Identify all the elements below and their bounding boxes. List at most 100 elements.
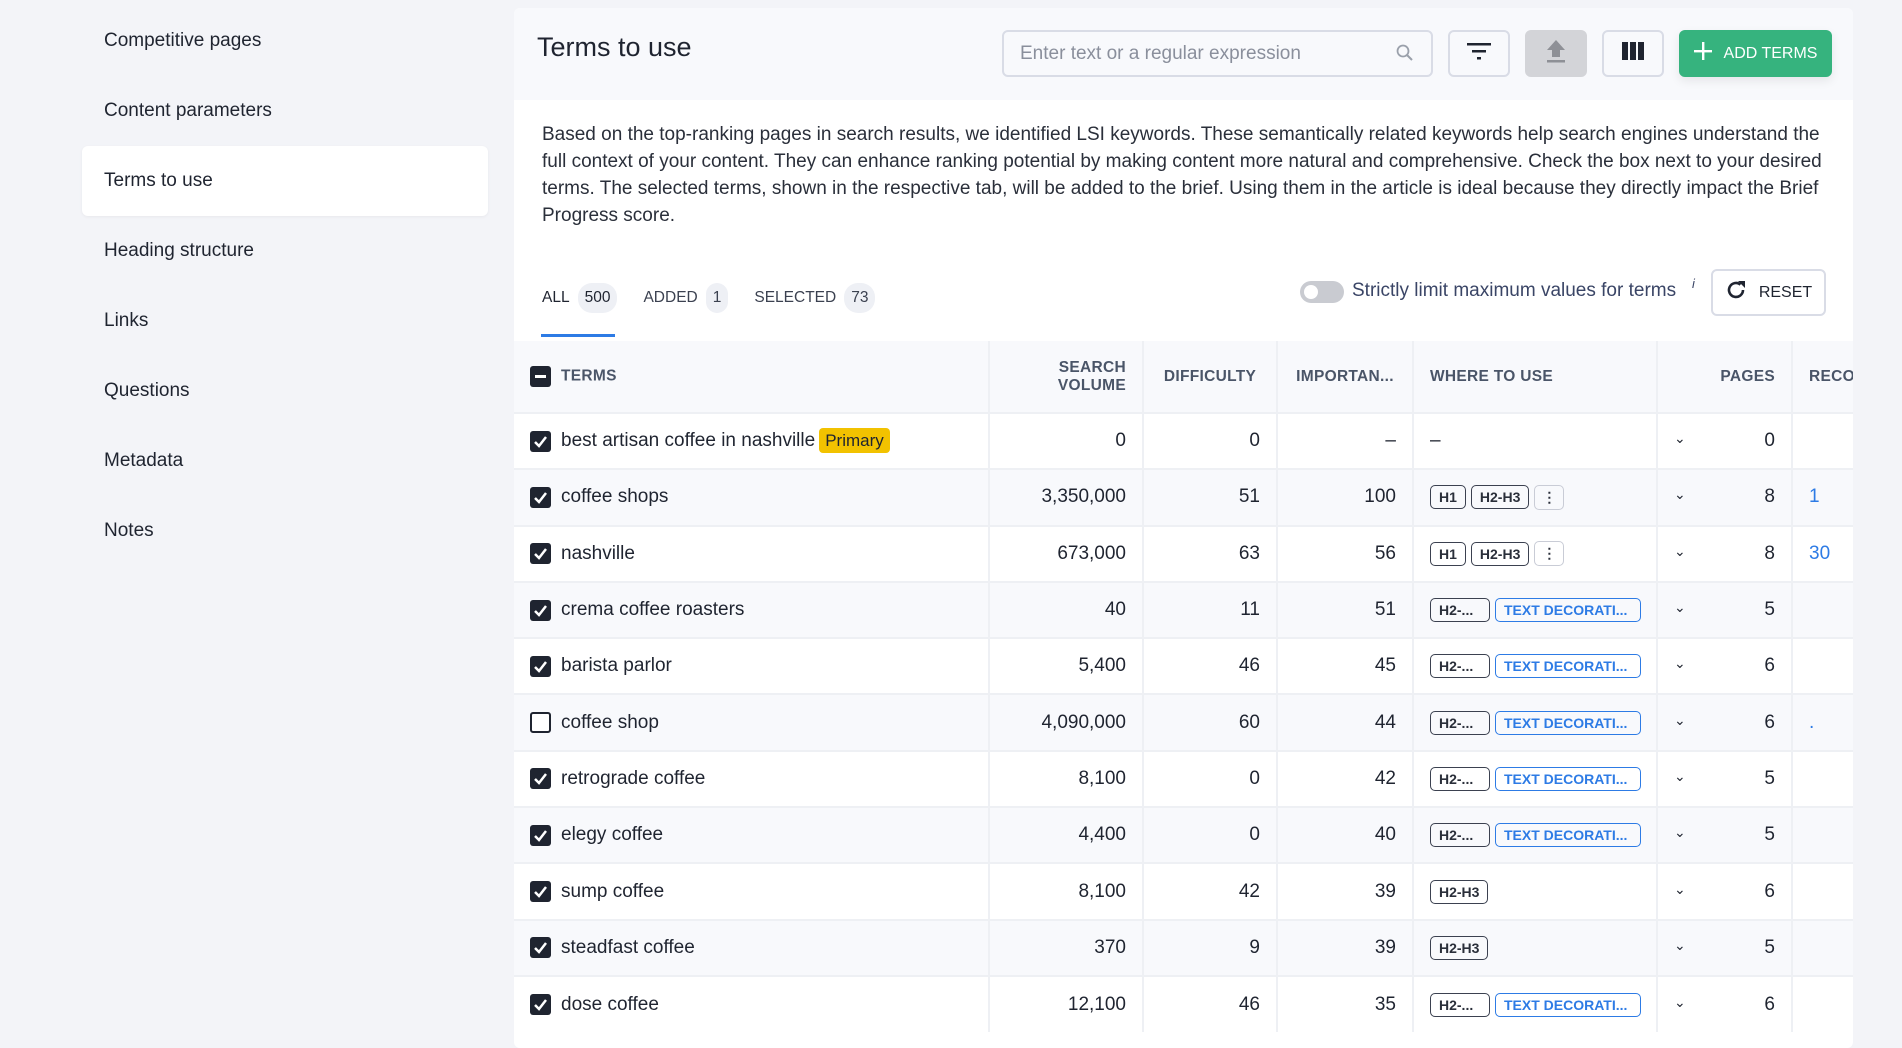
chevron-down-icon[interactable]: ⌄ bbox=[1674, 430, 1686, 447]
where-chip[interactable]: H1 bbox=[1430, 541, 1466, 566]
strict-limit-toggle[interactable] bbox=[1300, 281, 1344, 303]
sidebar-item-terms-to-use[interactable]: Terms to use bbox=[82, 146, 488, 216]
row-checkbox[interactable] bbox=[530, 655, 551, 677]
recommended[interactable] bbox=[1792, 580, 1853, 639]
where-chip[interactable]: TEXT DECORATI... bbox=[1495, 823, 1641, 848]
recommended[interactable] bbox=[1792, 806, 1853, 864]
recommended[interactable] bbox=[1792, 749, 1853, 808]
chevron-down-icon[interactable]: ⌄ bbox=[1674, 768, 1686, 785]
importance: – bbox=[1277, 411, 1414, 470]
terms-panel: Terms to use ADD TERMS Based on the top-… bbox=[514, 8, 1853, 1048]
chevron-down-icon[interactable]: ⌄ bbox=[1674, 543, 1686, 560]
recommended[interactable] bbox=[1792, 862, 1853, 920]
row-checkbox[interactable] bbox=[530, 881, 551, 902]
search-icon[interactable] bbox=[1396, 44, 1414, 67]
add-terms-button[interactable]: ADD TERMS bbox=[1679, 30, 1832, 77]
column-label: TERMS bbox=[561, 367, 617, 385]
where-chip[interactable]: H2-H3 bbox=[1430, 935, 1489, 960]
where-chip[interactable]: H2-... bbox=[1430, 766, 1490, 791]
where-chip[interactable]: TEXT DECORATI... bbox=[1495, 710, 1641, 735]
tab-added[interactable]: ADDED 1 bbox=[643, 280, 729, 316]
recommended[interactable] bbox=[1792, 918, 1853, 976]
row-checkbox[interactable] bbox=[530, 599, 551, 621]
column-header-3[interactable]: IMPORTAN... bbox=[1277, 341, 1414, 413]
where-chip[interactable]: TEXT DECORATI... bbox=[1495, 992, 1641, 1017]
where-chip[interactable]: H2-... bbox=[1430, 992, 1490, 1017]
where-chip[interactable]: TEXT DECORATI... bbox=[1495, 766, 1641, 791]
column-header-5[interactable]: PAGES bbox=[1657, 341, 1793, 413]
sidebar-item-label: Links bbox=[104, 310, 149, 331]
chevron-down-icon[interactable]: ⌄ bbox=[1674, 655, 1686, 672]
where-chip[interactable]: H2-... bbox=[1430, 823, 1490, 848]
chevron-down-icon[interactable]: ⌄ bbox=[1674, 824, 1686, 841]
filter-button[interactable] bbox=[1448, 30, 1510, 77]
more-options-icon[interactable]: ⋮ bbox=[1534, 484, 1565, 510]
column-header-0[interactable]: TERMS bbox=[514, 341, 990, 413]
pages: 8 bbox=[1764, 486, 1775, 508]
chevron-down-icon[interactable]: ⌄ bbox=[1674, 994, 1686, 1011]
column-label: IMPORTAN... bbox=[1296, 367, 1394, 385]
chevron-down-icon[interactable]: ⌄ bbox=[1674, 937, 1686, 954]
row-checkbox[interactable] bbox=[530, 543, 551, 565]
tab-all[interactable]: ALL 500 bbox=[542, 280, 618, 316]
chevron-down-icon[interactable]: ⌄ bbox=[1674, 712, 1686, 729]
row-checkbox[interactable] bbox=[530, 712, 551, 734]
where-chip[interactable]: H2-... bbox=[1430, 598, 1490, 623]
importance: 40 bbox=[1277, 806, 1414, 864]
search-input[interactable] bbox=[1002, 30, 1433, 77]
column-header-6[interactable]: RECO bbox=[1792, 341, 1853, 413]
chevron-down-icon[interactable]: ⌄ bbox=[1674, 599, 1686, 616]
export-button[interactable] bbox=[1525, 30, 1587, 77]
recommended[interactable]: . bbox=[1792, 693, 1853, 751]
term-text: dose coffee bbox=[561, 993, 659, 1015]
chevron-down-icon[interactable]: ⌄ bbox=[1674, 486, 1686, 503]
term-text: nashville bbox=[561, 542, 635, 564]
search-volume: 3,350,000 bbox=[989, 468, 1144, 526]
pages-cell: ⌄ 8 bbox=[1657, 524, 1793, 582]
where-chip[interactable]: H2-... bbox=[1430, 710, 1490, 735]
column-header-1[interactable]: SEARCH VOLUME bbox=[989, 341, 1144, 413]
sidebar-item-competitive-pages[interactable]: Competitive pages bbox=[82, 6, 488, 76]
recommended[interactable]: 1 bbox=[1792, 468, 1853, 526]
row-checkbox[interactable] bbox=[530, 430, 551, 452]
importance: 51 bbox=[1277, 580, 1414, 639]
where-chip[interactable]: TEXT DECORATI... bbox=[1495, 654, 1641, 679]
row-checkbox[interactable] bbox=[530, 486, 551, 508]
columns-button[interactable] bbox=[1602, 30, 1664, 77]
where-chip[interactable]: TEXT DECORATI... bbox=[1495, 598, 1641, 623]
sidebar-item-content-parameters[interactable]: Content parameters bbox=[82, 76, 488, 146]
where-chip[interactable]: H2-H3 bbox=[1470, 541, 1530, 566]
row-checkbox[interactable] bbox=[530, 824, 551, 846]
importance: 42 bbox=[1277, 749, 1414, 808]
sidebar-item-links[interactable]: Links bbox=[82, 286, 488, 356]
where-chip[interactable]: H2-... bbox=[1430, 654, 1490, 679]
recommended[interactable] bbox=[1792, 974, 1853, 1033]
tab-label: SELECTED bbox=[754, 289, 837, 306]
recommended[interactable] bbox=[1792, 411, 1853, 470]
where-chip[interactable]: H2-H3 bbox=[1470, 485, 1530, 510]
column-header-2[interactable]: DIFFICULTY bbox=[1143, 341, 1278, 413]
reset-button[interactable]: RESET bbox=[1711, 269, 1826, 316]
difficulty: 46 bbox=[1143, 974, 1278, 1033]
column-header-4[interactable]: WHERE TO USE bbox=[1413, 341, 1658, 413]
select-all-checkbox[interactable] bbox=[530, 366, 551, 387]
more-options-icon[interactable]: ⋮ bbox=[1534, 541, 1565, 567]
sidebar-item-metadata[interactable]: Metadata bbox=[82, 426, 488, 496]
sidebar-item-heading-structure[interactable]: Heading structure bbox=[82, 216, 488, 286]
pages: 5 bbox=[1764, 599, 1775, 621]
info-icon[interactable]: i bbox=[1692, 276, 1695, 291]
row-checkbox[interactable] bbox=[530, 768, 551, 790]
pages: 5 bbox=[1764, 936, 1775, 958]
row-checkbox[interactable] bbox=[530, 994, 551, 1016]
row-checkbox[interactable] bbox=[530, 937, 551, 959]
recommended[interactable] bbox=[1792, 637, 1853, 695]
sidebar-item-notes[interactable]: Notes bbox=[82, 496, 488, 566]
sidebar-item-questions[interactable]: Questions bbox=[82, 356, 488, 426]
difficulty: 9 bbox=[1143, 918, 1278, 976]
where-chip[interactable]: H2-H3 bbox=[1430, 879, 1489, 904]
recommended[interactable]: 30 bbox=[1792, 524, 1853, 582]
where-chip[interactable]: H1 bbox=[1430, 485, 1466, 510]
tab-count-badge: 1 bbox=[705, 283, 729, 313]
tab-selected[interactable]: SELECTED 73 bbox=[754, 280, 876, 316]
chevron-down-icon[interactable]: ⌄ bbox=[1674, 881, 1686, 898]
